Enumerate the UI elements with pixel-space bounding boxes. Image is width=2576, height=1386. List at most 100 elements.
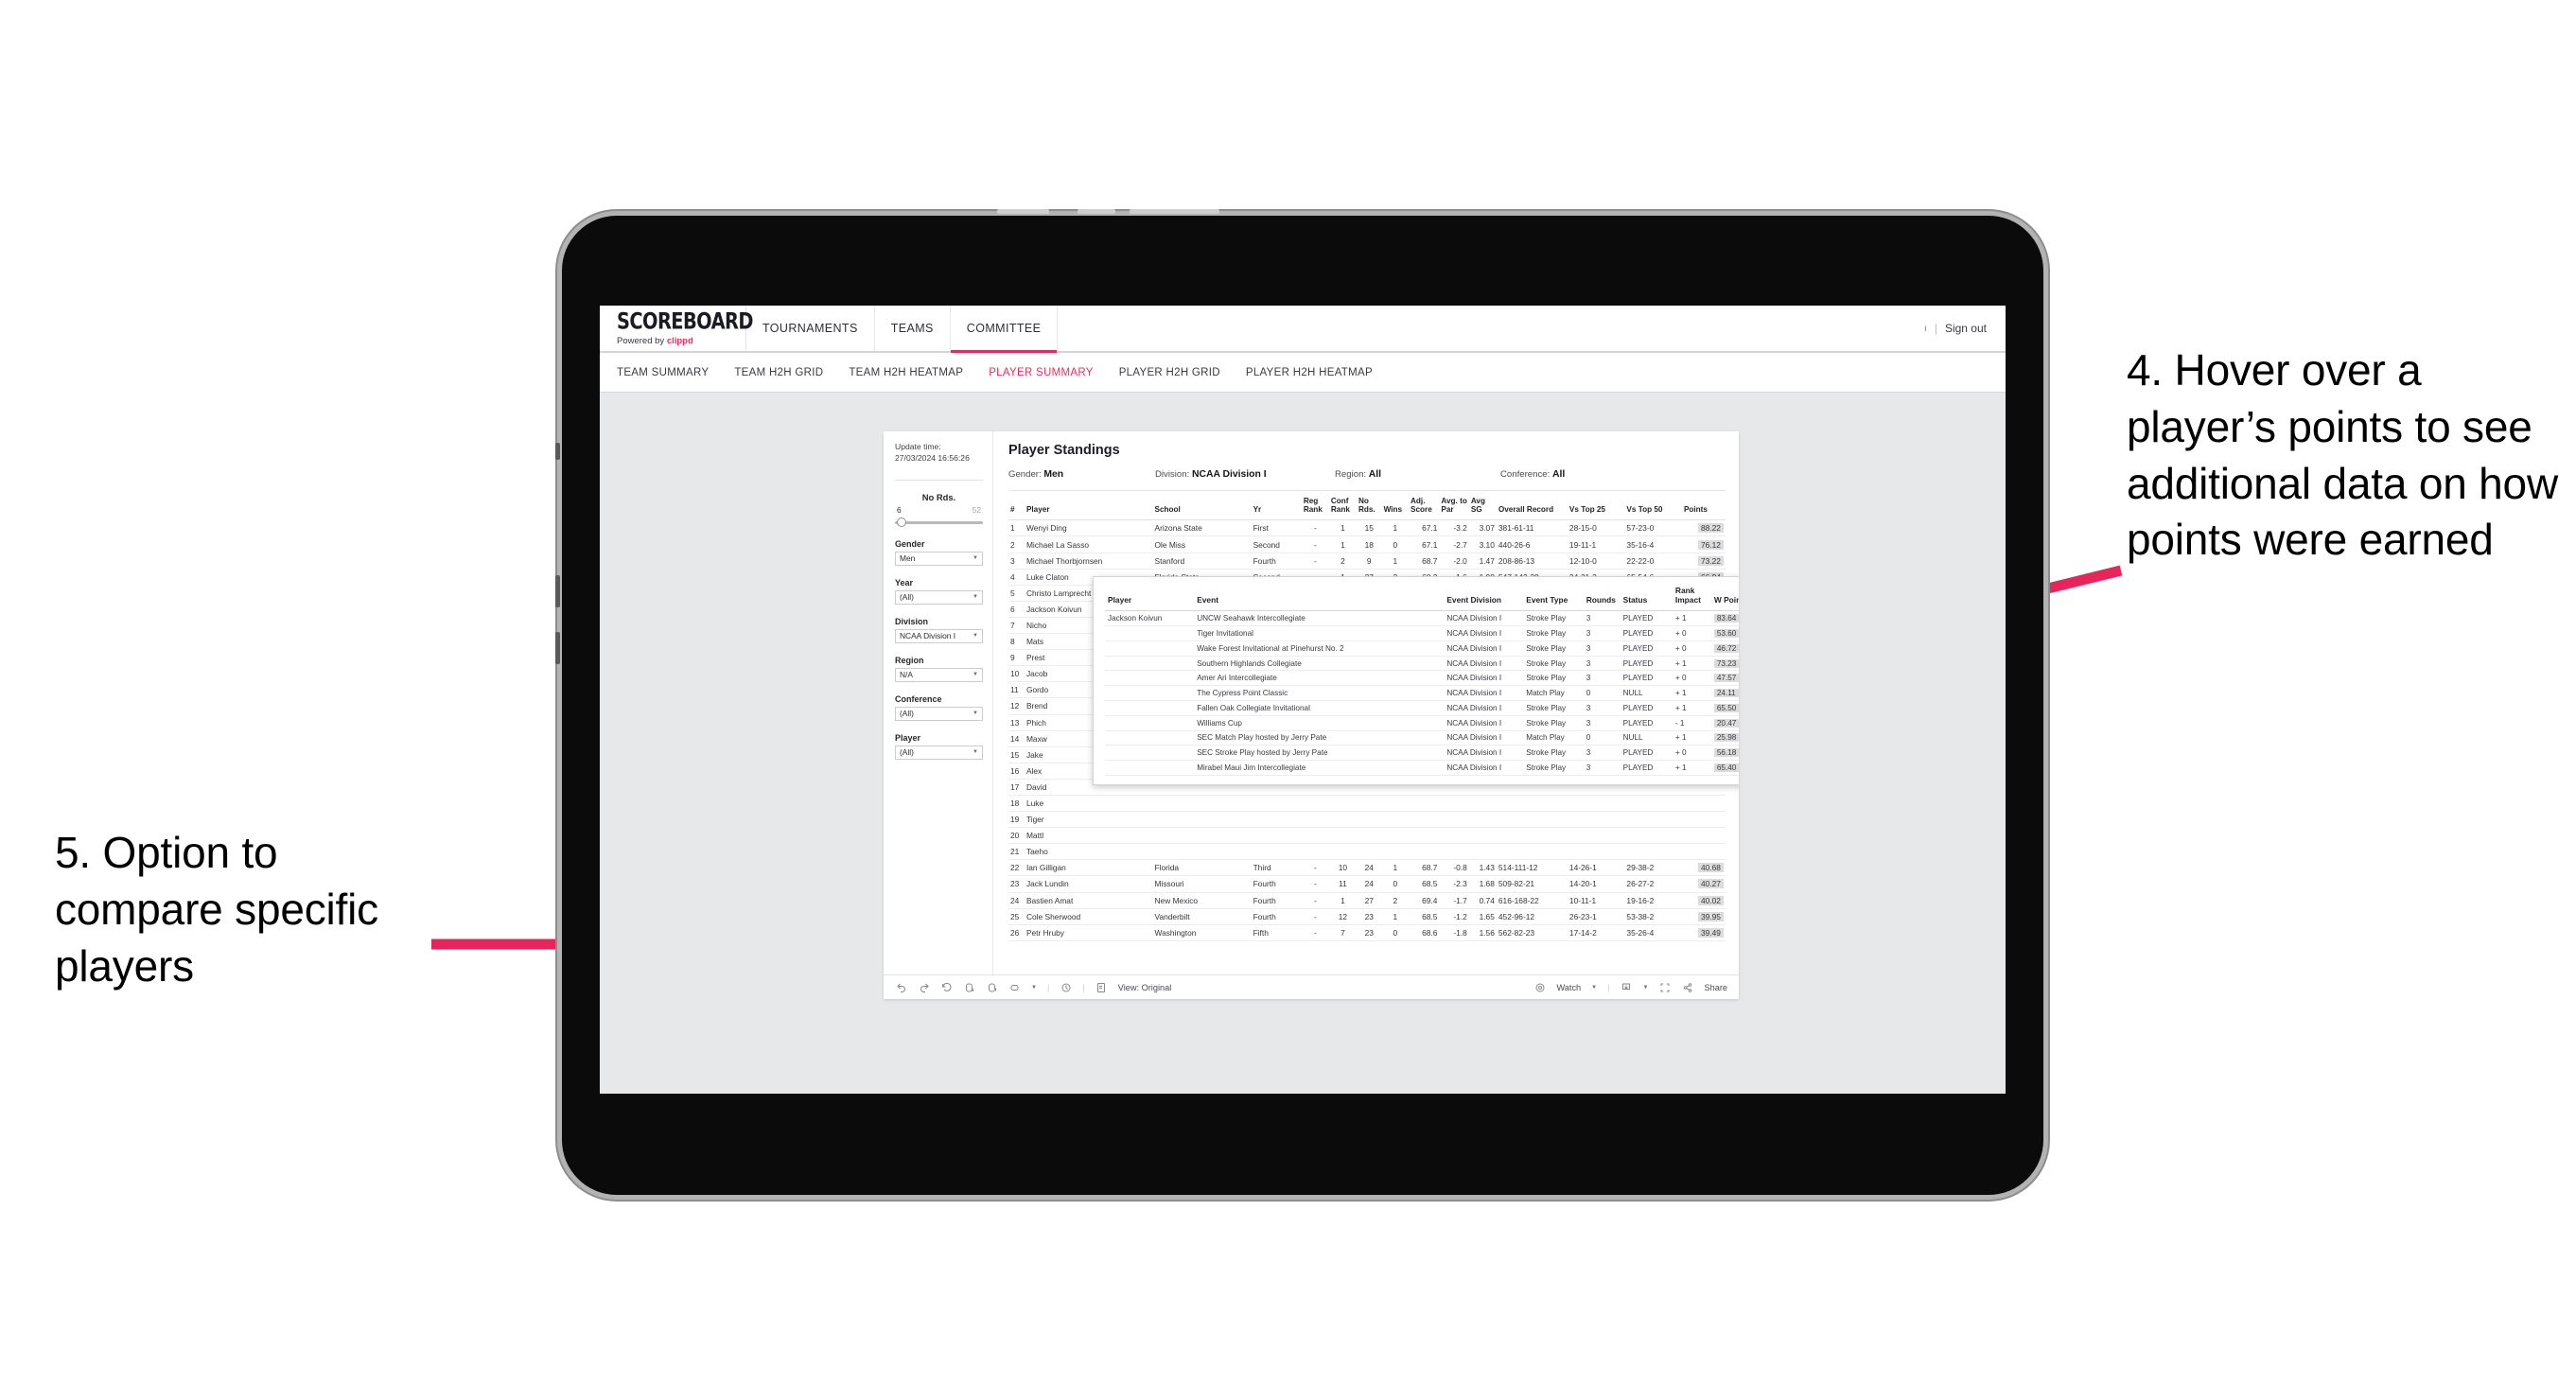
- fullscreen-icon[interactable]: [1658, 981, 1671, 993]
- cell-t50: 26-27-2: [1624, 875, 1682, 893]
- col-yr[interactable]: Yr: [1251, 496, 1302, 521]
- table-row[interactable]: 19 Tiger: [1008, 811, 1726, 829]
- slider-track[interactable]: [895, 518, 983, 528]
- topnav-item-tournaments[interactable]: TOURNAMENTS: [746, 306, 875, 351]
- points-value[interactable]: 73.22: [1698, 555, 1724, 566]
- cell-points[interactable]: 73.22: [1681, 553, 1726, 570]
- cell-points[interactable]: 76.12: [1681, 535, 1726, 553]
- col-school[interactable]: School: [1152, 496, 1252, 521]
- col-avg-sg[interactable]: Avg SG: [1468, 496, 1497, 521]
- redo-icon[interactable]: [918, 981, 930, 993]
- view-icon[interactable]: [1095, 981, 1108, 993]
- points-value[interactable]: 40.27: [1698, 879, 1724, 889]
- subnav-item-player-h2h-heatmap[interactable]: PLAYER H2H HEATMAP: [1246, 367, 1373, 378]
- table-row[interactable]: 26 Petr Hruby Washington Fifth -7 23 0 68.6 -1.8…: [1008, 924, 1726, 941]
- col-vs-top-25[interactable]: Vs Top 25: [1567, 496, 1625, 521]
- filter-gender-select[interactable]: Men ▼: [895, 551, 983, 566]
- undo-icon[interactable]: [895, 981, 907, 993]
- table-row[interactable]: 2 Michael La Sasso Ole Miss Second -1 18 0 67.1…: [1008, 535, 1726, 553]
- table-row[interactable]: 23 Jack Lundin Missouri Fourth -11 24 0 68.5 -2.…: [1008, 875, 1726, 893]
- cell-points[interactable]: 88.22: [1681, 519, 1726, 537]
- subnav-item-player-h2h-grid[interactable]: PLAYER H2H GRID: [1119, 367, 1220, 378]
- revert-icon[interactable]: [940, 981, 953, 993]
- table-row[interactable]: 22 Ian Gilligan Florida Third -10 24 1 68.7 -0.8…: [1008, 859, 1726, 877]
- chevron-down-icon[interactable]: ▼: [1591, 985, 1597, 991]
- filter-region-select[interactable]: N/A ▼: [895, 667, 983, 682]
- pan-tool-icon[interactable]: [1008, 981, 1021, 993]
- filter-division-select[interactable]: NCAA Division I ▼: [895, 628, 983, 643]
- download-icon[interactable]: [1621, 981, 1633, 993]
- table-row[interactable]: 1 Wenyi Ding Arizona State First -1 15 1 67.1 -3…: [1008, 519, 1726, 537]
- cell-points[interactable]: [1681, 795, 1726, 813]
- view-original-label[interactable]: View: Original: [1118, 983, 1172, 992]
- tt-cell-rounds: 3: [1583, 640, 1621, 657]
- table-row[interactable]: 25 Cole Sherwood Vanderbilt Fourth -12 23 1 68.…: [1008, 908, 1726, 925]
- tooltip-row: Fallen Oak Collegiate Invitational NCAA D…: [1105, 700, 1739, 716]
- col-player[interactable]: Player: [1024, 496, 1153, 521]
- table-row[interactable]: 3 Michael Thorbjornsen Stanford Fourth -2 9 1 6…: [1008, 553, 1726, 570]
- cell-points[interactable]: 40.68: [1681, 859, 1726, 877]
- table-row[interactable]: 21 Taeho: [1008, 843, 1726, 861]
- subnav-item-team-h2h-heatmap[interactable]: TEAM H2H HEATMAP: [849, 367, 963, 378]
- col-points[interactable]: Points: [1681, 496, 1726, 521]
- tooltip-row: Williams Cup NCAA Division I Stroke Play 3 P…: [1105, 715, 1739, 731]
- col-wins[interactable]: Wins: [1381, 496, 1409, 521]
- tt-cell-status: PLAYED: [1620, 745, 1673, 762]
- cell-points[interactable]: 39.95: [1681, 908, 1726, 925]
- col-no-rds[interactable]: No Rds.: [1356, 496, 1382, 521]
- cell-school: Stanford: [1152, 553, 1252, 570]
- cell-atp: [1439, 811, 1469, 829]
- table-row[interactable]: 18 Luke: [1008, 795, 1726, 813]
- pause-refresh-icon[interactable]: [986, 981, 998, 993]
- watch-icon[interactable]: [1533, 981, 1546, 993]
- cell-player: Wenyi Ding: [1024, 519, 1153, 537]
- points-value[interactable]: 40.68: [1698, 863, 1724, 873]
- subnav-item-team-h2h-grid[interactable]: TEAM H2H GRID: [734, 367, 823, 378]
- filter-year-select[interactable]: (All) ▼: [895, 589, 983, 605]
- chevron-down-icon[interactable]: ▼: [1031, 985, 1037, 991]
- points-value[interactable]: 39.95: [1698, 911, 1724, 921]
- chevron-down-icon[interactable]: ▼: [1643, 985, 1649, 991]
- cell-points[interactable]: 40.27: [1681, 875, 1726, 893]
- col-overall-record[interactable]: Overall Record: [1496, 496, 1568, 521]
- share-icon[interactable]: [1681, 981, 1693, 993]
- points-value[interactable]: 88.22: [1698, 523, 1724, 534]
- slider-handle[interactable]: [897, 518, 906, 528]
- history-icon[interactable]: [1060, 981, 1072, 993]
- table-row[interactable]: 20 Mattl: [1008, 827, 1726, 845]
- topnav-item-teams[interactable]: TEAMS: [875, 306, 951, 351]
- cell-wins: [1381, 827, 1409, 845]
- filter-player-select[interactable]: (All) ▼: [895, 745, 983, 760]
- cell-points[interactable]: [1681, 811, 1726, 829]
- filter-conference-select[interactable]: (All) ▼: [895, 706, 983, 721]
- col-adj-score[interactable]: Adj. Score: [1409, 496, 1440, 521]
- cell-rds: [1356, 795, 1382, 813]
- cell-points[interactable]: 40.02: [1681, 892, 1726, 909]
- col-rank[interactable]: #: [1008, 496, 1025, 521]
- app-logo[interactable]: SCOREBOARD Powered by clippd: [600, 306, 753, 351]
- col-reg-rank[interactable]: Reg Rank: [1301, 496, 1329, 521]
- table-row[interactable]: 24 Bastien Amat New Mexico Fourth -1 27 2 69.4-…: [1008, 892, 1726, 909]
- points-value[interactable]: 40.02: [1698, 895, 1724, 905]
- col-avg-to-par[interactable]: Avg. to Par: [1439, 496, 1469, 521]
- points-value[interactable]: 76.12: [1698, 539, 1724, 550]
- tt-cell-type: Stroke Play: [1523, 656, 1584, 672]
- col-conf-rank[interactable]: Conf Rank: [1328, 496, 1357, 521]
- filter-no-rds-slider[interactable]: No Rds. 6 52: [895, 492, 983, 528]
- refresh-icon[interactable]: [963, 981, 975, 993]
- tooltip-row: SEC Stroke Play hosted by Jerry Pate NCAA…: [1105, 745, 1739, 762]
- points-value[interactable]: 39.49: [1698, 927, 1724, 938]
- cell-n: 16: [1008, 763, 1025, 780]
- cell-t25: [1567, 795, 1625, 813]
- subnav-item-team-summary[interactable]: TEAM SUMMARY: [617, 367, 709, 378]
- col-vs-top-50[interactable]: Vs Top 50: [1624, 496, 1682, 521]
- subnav-item-player-summary[interactable]: PLAYER SUMMARY: [989, 367, 1094, 378]
- topnav-item-committee[interactable]: COMMITTEE: [950, 306, 1059, 353]
- cell-yr: [1251, 811, 1302, 829]
- watch-label[interactable]: Watch: [1556, 983, 1581, 992]
- share-label[interactable]: Share: [1704, 983, 1727, 992]
- sign-out-link[interactable]: Sign out: [1945, 322, 1987, 335]
- cell-points[interactable]: 39.49: [1681, 924, 1726, 941]
- cell-points[interactable]: [1681, 827, 1726, 845]
- cell-points[interactable]: [1681, 843, 1726, 861]
